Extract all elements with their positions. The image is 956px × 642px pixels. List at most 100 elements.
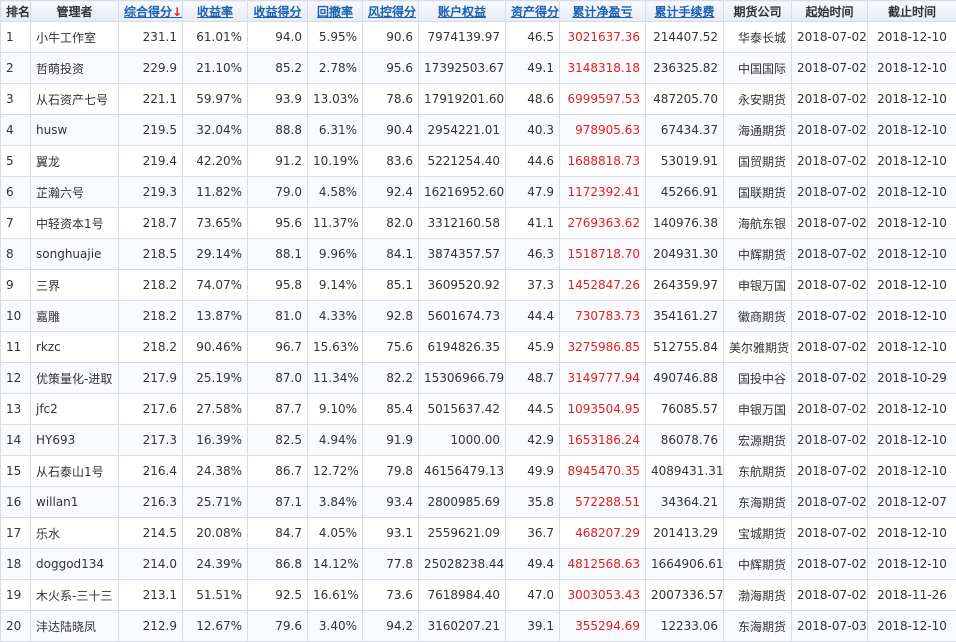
rank-cell: 5: [0, 145, 31, 177]
start-date-cell: 2018-07-02: [791, 207, 868, 239]
net-pnl-cell: 1452847.26: [559, 269, 646, 301]
col-equity[interactable]: 账户权益: [418, 0, 506, 22]
table-row: 2 哲萌投资 229.9 21.10% 85.2 2.78% 95.6 17392503.67…: [0, 52, 956, 84]
equity-cell: 6194826.35: [418, 331, 506, 363]
col-net-pnl[interactable]: 累计净盈亏: [559, 0, 646, 22]
total-score-cell: 217.6: [118, 393, 183, 425]
table-row: 15 从石泰山1号 216.4 24.38% 86.7 12.72% 79.8 4615647…: [0, 455, 956, 487]
asset-score-cell: 46.5: [505, 21, 560, 53]
end-date-cell: 2018-12-10: [867, 548, 956, 580]
net-pnl-cell: 978905.63: [559, 114, 646, 146]
asset-score-cell: 44.4: [505, 300, 560, 332]
fees-cell: 354161.27: [645, 300, 724, 332]
net-pnl-cell: 1518718.70: [559, 238, 646, 270]
table-row: 5 翼龙 219.4 42.20% 91.2 10.19% 83.6 5221254.40 44…: [0, 145, 956, 177]
return-rate-cell: 90.46%: [182, 331, 248, 363]
manager-cell: 乐水: [30, 517, 119, 549]
manager-cell: 中轻资本1号: [30, 207, 119, 239]
net-pnl-cell: 2769363.62: [559, 207, 646, 239]
table-row: 10 嘉雕 218.2 13.87% 81.0 4.33% 92.8 5601674.73 44…: [0, 300, 956, 332]
drawdown-cell: 9.96%: [307, 238, 363, 270]
drawdown-cell: 14.12%: [307, 548, 363, 580]
end-date-cell: 2018-12-10: [867, 610, 956, 642]
fees-cell: 204931.30: [645, 238, 724, 270]
return-score-cell: 82.5: [247, 424, 308, 456]
end-date-cell: 2018-12-10: [867, 455, 956, 487]
rank-cell: 15: [0, 455, 31, 487]
rank-cell: 6: [0, 176, 31, 208]
net-pnl-cell: 3003053.43: [559, 579, 646, 611]
table-row: 7 中轻资本1号 218.7 73.65% 95.6 11.37% 82.0 3312160.…: [0, 207, 956, 239]
broker-cell: 东航期货: [723, 455, 792, 487]
equity-cell: 5015637.42: [418, 393, 506, 425]
rank-cell: 1: [0, 21, 31, 53]
return-score-cell: 93.9: [247, 83, 308, 115]
end-date-cell: 2018-12-10: [867, 424, 956, 456]
risk-score-cell: 91.9: [362, 424, 419, 456]
col-drawdown[interactable]: 回撤率: [307, 0, 363, 22]
broker-cell: 申银万国: [723, 269, 792, 301]
asset-score-cell: 48.6: [505, 83, 560, 115]
return-rate-cell: 16.39%: [182, 424, 248, 456]
fees-cell: 264359.97: [645, 269, 724, 301]
return-score-cell: 81.0: [247, 300, 308, 332]
col-fees[interactable]: 累计手续费: [645, 0, 724, 22]
fees-cell: 487205.70: [645, 83, 724, 115]
rank-cell: 8: [0, 238, 31, 270]
manager-cell: willan1: [30, 486, 119, 518]
return-score-cell: 86.8: [247, 548, 308, 580]
end-date-cell: 2018-12-10: [867, 517, 956, 549]
table-row: 12 优策量化-进取 217.9 25.19% 87.0 11.34% 82.2 153069…: [0, 362, 956, 394]
drawdown-cell: 13.03%: [307, 83, 363, 115]
total-score-cell: 214.5: [118, 517, 183, 549]
net-pnl-cell: 3275986.85: [559, 331, 646, 363]
end-date-cell: 2018-12-10: [867, 145, 956, 177]
risk-score-cell: 73.6: [362, 579, 419, 611]
end-date-cell: 2018-12-10: [867, 269, 956, 301]
total-score-cell: 219.3: [118, 176, 183, 208]
sort-desc-icon: ↓: [172, 4, 183, 19]
risk-score-cell: 82.0: [362, 207, 419, 239]
col-end: 截止时间: [867, 0, 956, 22]
return-score-cell: 87.0: [247, 362, 308, 394]
table-row: 9 三界 218.2 74.07% 95.8 9.14% 85.1 3609520.92 37.…: [0, 269, 956, 301]
total-score-cell: 231.1: [118, 21, 183, 53]
end-date-cell: 2018-12-10: [867, 207, 956, 239]
rank-cell: 14: [0, 424, 31, 456]
start-date-cell: 2018-07-02: [791, 145, 868, 177]
drawdown-cell: 9.14%: [307, 269, 363, 301]
broker-cell: 海航东银: [723, 207, 792, 239]
start-date-cell: 2018-07-02: [791, 548, 868, 580]
end-date-cell: 2018-12-10: [867, 393, 956, 425]
manager-cell: 翼龙: [30, 145, 119, 177]
end-date-cell: 2018-12-10: [867, 83, 956, 115]
asset-score-cell: 47.0: [505, 579, 560, 611]
manager-cell: 从石资产七号: [30, 83, 119, 115]
total-score-cell: 217.3: [118, 424, 183, 456]
col-return-rate[interactable]: 收益率: [182, 0, 248, 22]
fees-cell: 53019.91: [645, 145, 724, 177]
col-asset-score[interactable]: 资产得分: [505, 0, 560, 22]
net-pnl-cell: 572288.51: [559, 486, 646, 518]
manager-cell: 小牛工作室: [30, 21, 119, 53]
total-score-cell: 212.9: [118, 610, 183, 642]
col-return-score[interactable]: 收益得分: [247, 0, 308, 22]
total-score-cell: 218.2: [118, 269, 183, 301]
manager-cell: 嘉雕: [30, 300, 119, 332]
table-row: 11 rkzc 218.2 90.46% 96.7 15.63% 75.6 6194826.3…: [0, 331, 956, 363]
col-risk-score[interactable]: 风控得分: [362, 0, 419, 22]
asset-score-cell: 49.1: [505, 52, 560, 84]
manager-cell: jfc2: [30, 393, 119, 425]
start-date-cell: 2018-07-02: [791, 424, 868, 456]
col-total-score[interactable]: 综合得分↓: [118, 0, 183, 22]
fees-cell: 76085.57: [645, 393, 724, 425]
return-score-cell: 96.7: [247, 331, 308, 363]
manager-cell: HY693: [30, 424, 119, 456]
equity-cell: 17919201.60: [418, 83, 506, 115]
asset-score-cell: 37.3: [505, 269, 560, 301]
start-date-cell: 2018-07-02: [791, 238, 868, 270]
drawdown-cell: 4.33%: [307, 300, 363, 332]
return-score-cell: 91.2: [247, 145, 308, 177]
asset-score-cell: 44.6: [505, 145, 560, 177]
manager-cell: rkzc: [30, 331, 119, 363]
